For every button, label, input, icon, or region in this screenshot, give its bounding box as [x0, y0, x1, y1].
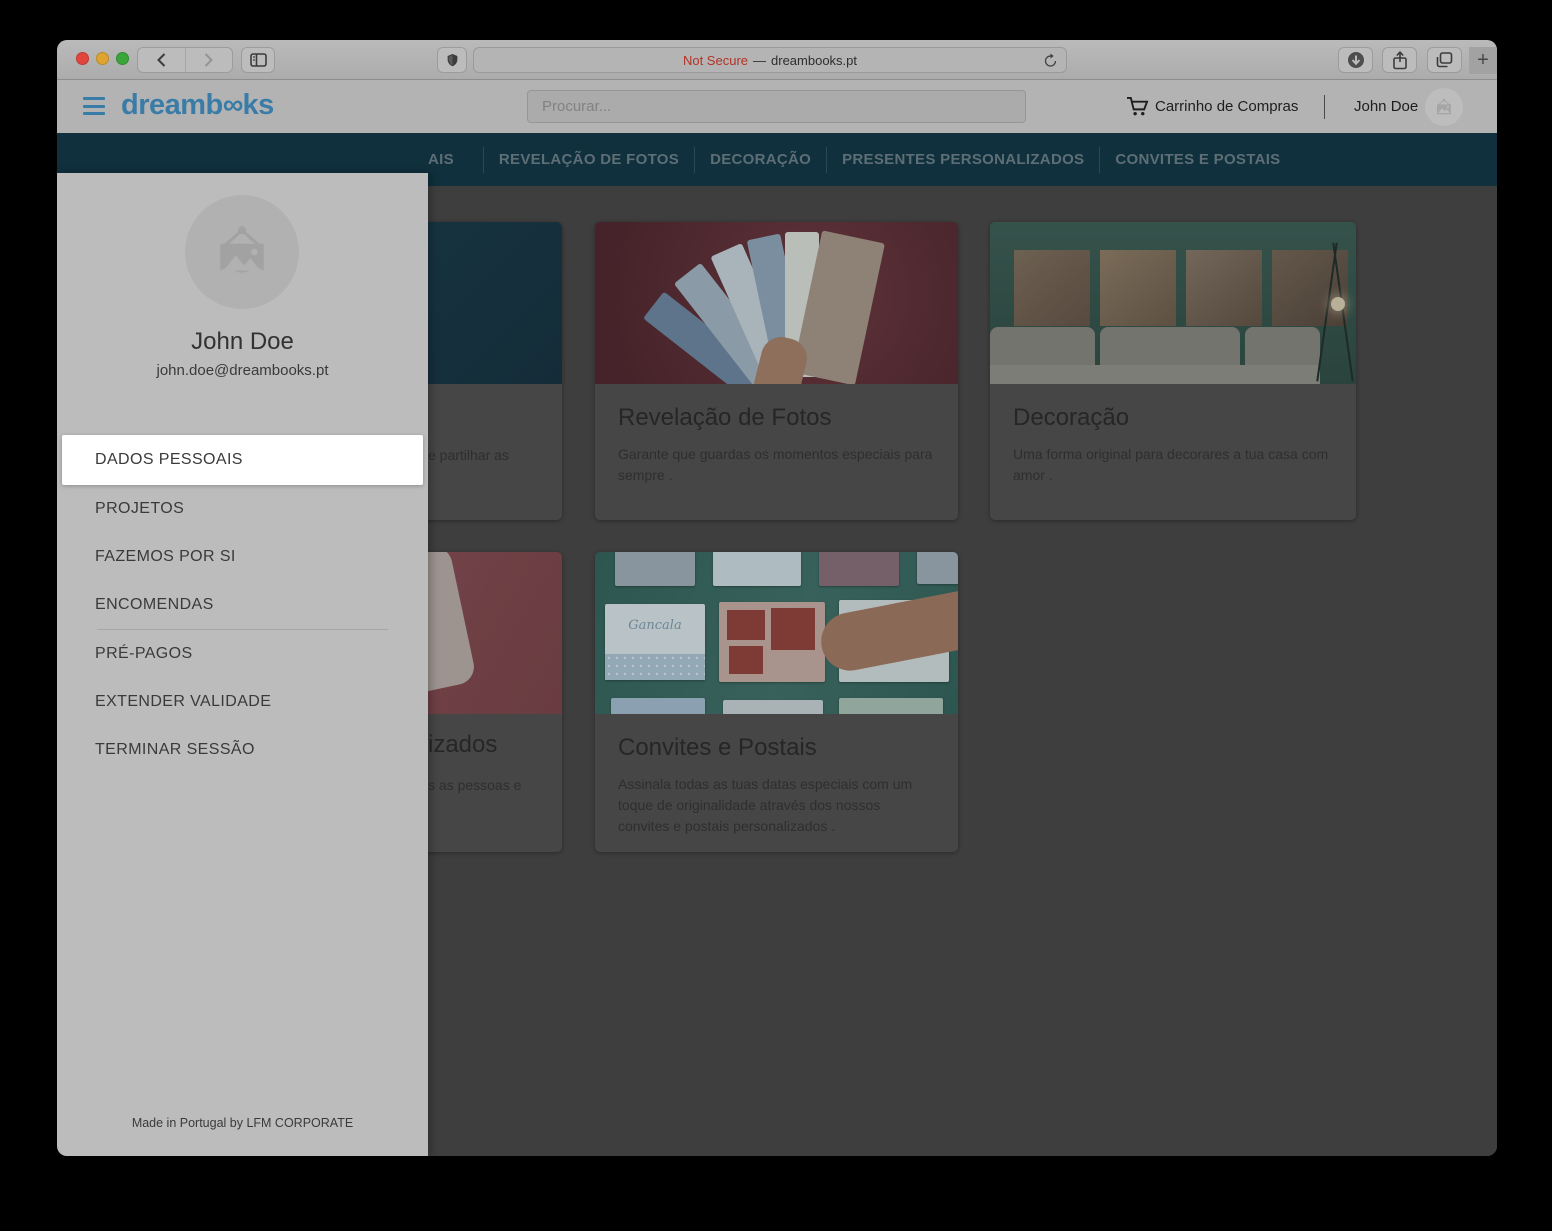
share-button[interactable]	[1382, 47, 1417, 73]
nav-item-partial[interactable]: AIS	[428, 151, 454, 168]
tabs-icon	[1436, 52, 1453, 68]
drawer-item-dados-pessoais[interactable]: DADOS PESSOAIS	[62, 435, 423, 485]
card-text: Assinala todas as tuas datas especiais c…	[618, 774, 935, 837]
minimize-window-button[interactable]	[96, 52, 109, 65]
forward-icon	[204, 53, 213, 67]
cart-label[interactable]: Carrinho de Compras	[1155, 80, 1298, 133]
nav-items: REVELAÇÃO DE FOTOS DECORAÇÃO PRESENTES PER…	[468, 147, 1281, 173]
nav-item-revela-o-de-fotos[interactable]: REVELAÇÃO DE FOTOS	[499, 151, 679, 168]
share-icon	[1392, 51, 1408, 70]
url-text: dreambooks.pt	[771, 53, 857, 68]
privacy-shield-button[interactable]	[437, 47, 467, 73]
browser-window: Not Secure — dreambooks.pt	[57, 40, 1497, 1156]
card-title: Decoração	[1013, 404, 1333, 432]
user-name-label[interactable]: John Doe	[1354, 80, 1418, 133]
photo-frame-icon	[1434, 97, 1454, 117]
drawer-footer: Made in Portugal by LFM CORPORATE	[57, 1116, 428, 1130]
close-window-button[interactable]	[76, 52, 89, 65]
nav-divider	[1099, 147, 1100, 173]
new-tab-button[interactable]: +	[1469, 47, 1497, 74]
search-box	[527, 90, 1026, 123]
show-tabs-button[interactable]	[1427, 47, 1462, 73]
browser-toolbar: Not Secure — dreambooks.pt	[57, 40, 1497, 80]
card-revelacao-de-fotos[interactable]: Revelação de Fotos Garante que guardas o…	[595, 222, 958, 520]
drawer-item-pr-pagos[interactable]: PRÉ-PAGOS	[57, 630, 428, 678]
drawer-item-fazemos-por-si[interactable]: FAZEMOS POR SI	[57, 533, 428, 581]
web-page: dreamb∞ks Carrinho de Compras John Doe	[57, 80, 1497, 1156]
drawer-avatar	[185, 195, 299, 309]
nav-divider	[694, 147, 695, 173]
site-header: dreamb∞ks Carrinho de Compras John Doe	[57, 80, 1497, 133]
history-nav-group	[137, 47, 233, 73]
card-text: Garante que guardas os momentos especiai…	[618, 444, 935, 486]
card-body-fragment: s as pessoas e	[428, 775, 521, 796]
card-body-fragment: e partilhar as	[428, 445, 509, 466]
user-avatar[interactable]	[1425, 88, 1463, 126]
drawer-item-extender-validade[interactable]: EXTENDER VALIDADE	[57, 678, 428, 726]
address-bar[interactable]: Not Secure — dreambooks.pt	[473, 47, 1067, 73]
photo-frame-icon	[211, 224, 273, 280]
header-divider	[1324, 95, 1325, 119]
card-text: Uma forma original para decorares a tua …	[1013, 444, 1333, 486]
card-title: Revelação de Fotos	[618, 404, 935, 432]
downloads-button[interactable]	[1338, 47, 1373, 73]
reload-icon	[1043, 53, 1058, 69]
drawer-item-projetos[interactable]: PROJETOS	[57, 485, 428, 533]
reload-button[interactable]	[1043, 53, 1058, 69]
drawer-item-terminar-sess-o[interactable]: TERMINAR SESSÃO	[57, 726, 428, 774]
drawer-item-encomendas[interactable]: ENCOMENDAS	[57, 581, 428, 629]
search-input[interactable]	[528, 91, 1025, 122]
nav-item-presentes-personalizados[interactable]: PRESENTES PERSONALIZADOS	[842, 151, 1084, 168]
sidebar-toggle-icon	[250, 53, 267, 67]
menu-hamburger-button[interactable]	[83, 97, 105, 115]
drawer-user-email: john.doe@dreambooks.pt	[57, 362, 428, 379]
card-image-decoracao	[990, 222, 1356, 384]
zoom-window-button[interactable]	[116, 52, 129, 65]
nav-divider	[826, 147, 827, 173]
logo-infinity-glyph: ∞	[223, 89, 243, 121]
card-title: Convites e Postais	[618, 734, 935, 762]
nav-item-convites-e-postais[interactable]: CONVITES E POSTAIS	[1115, 151, 1280, 168]
card-decoracao[interactable]: Decoração Uma forma original para decora…	[990, 222, 1356, 520]
card-title-fragment: izados	[428, 731, 497, 759]
nav-item-decora-o[interactable]: DECORAÇÃO	[710, 151, 811, 168]
nav-divider	[483, 147, 484, 173]
drawer-menu: DADOS PESSOAISPROJETOSFAZEMOS POR SIENCO…	[57, 435, 428, 774]
cart-button[interactable]	[1126, 80, 1149, 133]
hamburger-icon	[83, 97, 105, 100]
url-separator: —	[753, 53, 766, 68]
card-image-convites: Gancala	[595, 552, 958, 714]
account-drawer: John Doe john.doe@dreambooks.pt DADOS PE…	[57, 173, 428, 1156]
drawer-user-name: John Doe	[57, 328, 428, 356]
cart-icon	[1126, 96, 1149, 117]
security-label: Not Secure	[683, 53, 748, 68]
new-tab-icon: +	[1477, 49, 1489, 72]
back-icon	[157, 53, 166, 67]
card-convites-e-postais[interactable]: Gancala Convites e Postais Assinala	[595, 552, 958, 852]
back-button[interactable]	[138, 48, 185, 72]
forward-button[interactable]	[185, 48, 233, 72]
site-logo[interactable]: dreamb∞ks	[121, 89, 274, 122]
sidebar-toggle-button[interactable]	[241, 47, 275, 73]
download-icon	[1347, 51, 1365, 69]
card-image-revelacao	[595, 222, 958, 384]
shield-icon	[446, 52, 459, 68]
